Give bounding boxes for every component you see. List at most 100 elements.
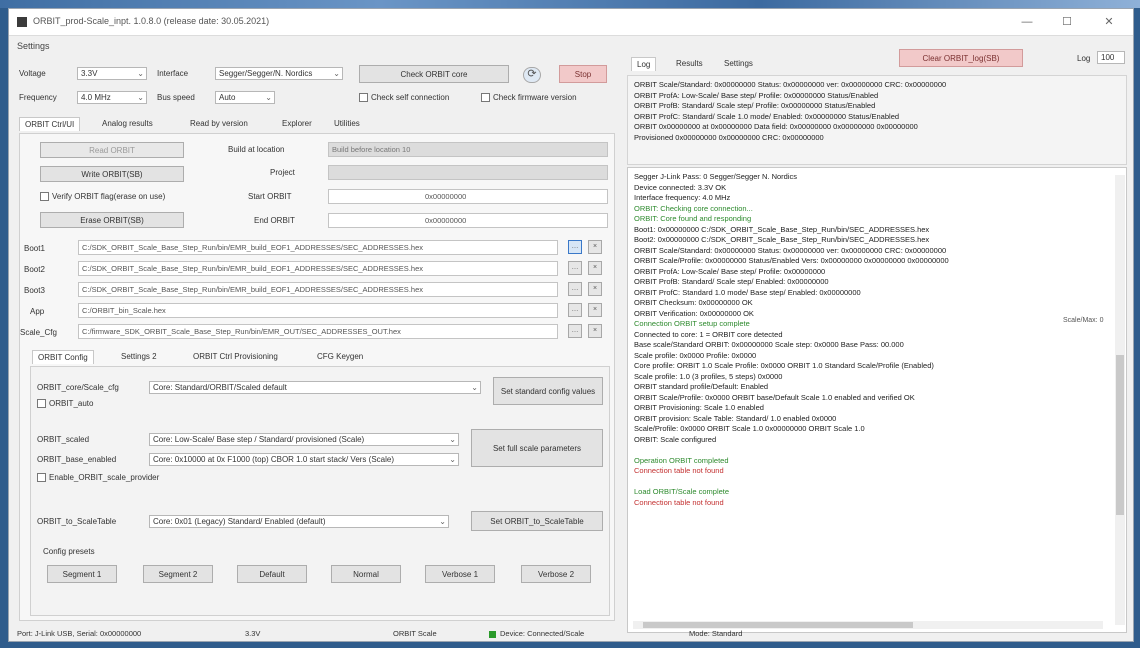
voltage-select[interactable]: 3.3V ⌄ <box>77 67 147 80</box>
project-field[interactable] <box>328 165 608 180</box>
core-scale-cfg-value: Core: Standard/ORBIT/Scaled default <box>153 383 287 392</box>
check-core-button[interactable]: Check ORBIT core <box>359 65 509 83</box>
tab-explorer[interactable]: Explorer <box>277 117 317 130</box>
log-line: ORBIT Scale/Profile: 0x0000 ORBIT base/D… <box>634 392 915 402</box>
log-line: Operation ORBIT completed <box>634 455 729 465</box>
orbit-auto-checkbox[interactable] <box>37 399 46 408</box>
scrollbar-thumb[interactable] <box>1116 355 1124 515</box>
log-line: ORBIT standard profile/Default: Enabled <box>634 382 769 391</box>
file-field-boot2[interactable]: C:/SDK_ORBIT_Scale_Base_Step_Run/bin/EMR… <box>78 261 558 276</box>
browse-scale-cfg-button[interactable]: … <box>568 324 582 338</box>
clear-boot3-button[interactable]: × <box>588 282 602 296</box>
log-side-value: Scale/Max: 0 <box>1063 317 1104 324</box>
menu-settings[interactable]: Settings <box>17 41 50 51</box>
log-line: ORBIT Scale/Profile: 0x00000000 Status/E… <box>634 256 949 265</box>
summary-line: ORBIT Scale/Standard: 0x00000000 Status:… <box>634 80 947 89</box>
tab-ctrl-ui[interactable]: ORBIT Ctrl/UI <box>19 117 81 131</box>
scaled-select[interactable]: Core: Low-Scale/ Base step / Standard/ p… <box>149 433 459 446</box>
log-line: ORBIT: Core found and responding <box>634 214 752 223</box>
clear-boot2-button[interactable]: × <box>588 261 602 275</box>
browse-boot1-button[interactable]: … <box>568 240 582 254</box>
tab-utilities[interactable]: Utilities <box>329 117 365 130</box>
voltage-value: 3.3V <box>81 69 98 78</box>
browse-app-button[interactable]: … <box>568 303 582 317</box>
tab-results[interactable]: Results <box>671 57 708 70</box>
browse-boot3-button[interactable]: … <box>568 282 582 296</box>
erase-orbit-button[interactable]: Erase ORBIT(SB) <box>40 212 184 228</box>
base-enabled-select[interactable]: Core: 0x10000 at 0x F1000 (top) CBOR 1.0… <box>149 453 459 466</box>
preset-verbose-2-button[interactable]: Verbose 2 <box>521 565 591 583</box>
main-log[interactable]: Segger J-Link Pass: 0 Segger/Segger N. N… <box>627 167 1127 633</box>
tab-log-settings[interactable]: Settings <box>719 57 758 70</box>
file-field-scale-cfg[interactable]: C:/firmware_SDK_ORBIT_Scale_Base_Step_Ru… <box>78 324 558 339</box>
log-line: Base scale/Standard ORBIT: 0x00000000 Sc… <box>634 340 904 349</box>
build-field[interactable]: Build before location 10 <box>328 142 608 157</box>
preset-segment-1-button[interactable]: Segment 1 <box>47 565 117 583</box>
speed-select[interactable]: Auto ⌄ <box>215 91 275 104</box>
log-line: ORBIT Verification: 0x00000000 OK <box>634 308 754 318</box>
file-label-scale-cfg: Scale_Cfg <box>20 328 57 337</box>
start-field[interactable]: 0x00000000 <box>328 189 608 204</box>
chevron-down-icon: ⌄ <box>265 93 272 102</box>
chevron-down-icon: ⌄ <box>137 93 144 102</box>
preset-normal-button[interactable]: Normal <box>331 565 401 583</box>
file-field-boot1[interactable]: C:/SDK_ORBIT_Scale_Base_Step_Run/bin/EMR… <box>78 240 558 255</box>
preset-segment-2-button[interactable]: Segment 2 <box>143 565 213 583</box>
clear-log-button[interactable]: Clear ORBIT_log(SB) <box>899 49 1023 67</box>
scale-table-select[interactable]: Core: 0x01 (Legacy) Standard/ Enabled (d… <box>149 515 449 528</box>
log-vertical-scrollbar[interactable] <box>1115 175 1125 625</box>
log-line: ORBIT: Checking core connection... <box>634 203 753 213</box>
enable-scale-provider-checkbox[interactable] <box>37 473 46 482</box>
preset-default-button[interactable]: Default <box>237 565 307 583</box>
minimize-button[interactable]: — <box>1009 13 1045 31</box>
self-connection-checkbox[interactable] <box>359 93 368 102</box>
status-port: Port: J-Link USB, Serial: 0x00000000 <box>17 629 142 638</box>
log-line: Boot1: 0x00000000 C:/SDK_ORBIT_Scale_Bas… <box>634 224 930 234</box>
firmware-version-checkbox[interactable] <box>481 93 490 102</box>
status-connected: Device: Connected/Scale <box>489 629 584 638</box>
log-line: Core profile: ORBIT 1.0 Scale Profile: 0… <box>634 361 934 370</box>
log-line: Scale profile: 1.0 (3 profiles, 5 steps)… <box>634 371 783 381</box>
log-line: ORBIT Scale/Standard: 0x00000000 Status:… <box>634 245 947 255</box>
clear-scale-cfg-button[interactable]: × <box>588 324 602 338</box>
chevron-down-icon: ⌄ <box>471 383 478 392</box>
core-scale-cfg-select[interactable]: Core: Standard/ORBIT/Scaled default ⌄ <box>149 381 481 394</box>
stop-button[interactable]: Stop <box>559 65 607 83</box>
set-full-scale-button[interactable]: Set full scale parameters <box>471 429 603 467</box>
write-orbit-button[interactable]: Write ORBIT(SB) <box>40 166 184 182</box>
voltage-label: Voltage <box>19 69 46 78</box>
chevron-down-icon: ⌄ <box>439 517 446 526</box>
read-orbit-button[interactable]: Read ORBIT <box>40 142 184 158</box>
set-standard-config-button[interactable]: Set standard config values <box>493 377 603 405</box>
tab-log[interactable]: Log <box>631 57 657 71</box>
file-field-boot3[interactable]: C:/SDK_ORBIT_Scale_Base_Step_Run/bin/EMR… <box>78 282 558 297</box>
tab-settings-2[interactable]: Settings 2 <box>116 350 162 363</box>
log-line: ORBIT provision: Scale Table: Standard/ … <box>634 413 837 423</box>
tab-analog-results[interactable]: Analog results <box>97 117 158 130</box>
tab-read-by-version[interactable]: Read by version <box>185 117 253 130</box>
titlebar: ORBIT_prod-Scale_inpt. 1.0.8.0 (release … <box>9 9 1133 36</box>
clear-app-button[interactable]: × <box>588 303 602 317</box>
tab-orbit-config[interactable]: ORBIT Config <box>32 350 94 364</box>
browse-boot2-button[interactable]: … <box>568 261 582 275</box>
summary-line: Provisioned 0x00000000 0x00000000 CRC: 0… <box>634 132 824 142</box>
frequency-value: 4.0 MHz <box>81 93 111 102</box>
clear-boot1-button[interactable]: × <box>588 240 602 254</box>
preset-verbose-1-button[interactable]: Verbose 1 <box>425 565 495 583</box>
interface-select[interactable]: Segger/Segger/N. Nordics ⌄ <box>215 67 343 80</box>
left-panel: Voltage 3.3V ⌄ Interface Segger/Segger/N.… <box>19 61 619 621</box>
app-icon <box>17 17 27 27</box>
maximize-button[interactable]: ☐ <box>1049 13 1085 31</box>
end-field[interactable]: 0x00000000 <box>328 213 608 228</box>
close-button[interactable]: ✕ <box>1091 13 1127 31</box>
refresh-icon[interactable]: ⟳ <box>523 67 541 83</box>
frequency-select[interactable]: 4.0 MHz ⌄ <box>77 91 147 104</box>
file-field-app[interactable]: C:/ORBIT_bin_Scale.hex <box>78 303 558 318</box>
verify-checkbox[interactable] <box>40 192 49 201</box>
end-label: End ORBIT <box>254 216 295 225</box>
set-scale-table-button[interactable]: Set ORBIT_to_ScaleTable <box>471 511 603 531</box>
log-size-select[interactable]: 100 <box>1097 51 1125 64</box>
tab-provisioning[interactable]: ORBIT Ctrl Provisioning <box>188 350 283 363</box>
tab-cfg-keygen[interactable]: CFG Keygen <box>312 350 368 363</box>
